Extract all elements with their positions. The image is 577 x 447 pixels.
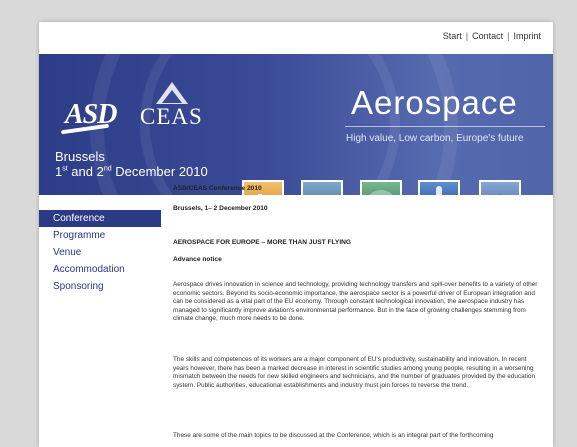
conference-title: ASD/CEAS Conference 2010 (173, 185, 262, 192)
ceas-logo-triangle-inner-icon (162, 90, 182, 103)
sidebar-item-programme[interactable]: Programme (39, 227, 161, 244)
fighter-jet-photo (479, 180, 521, 195)
rocket-photo (418, 180, 460, 195)
helicopter-photo (301, 180, 343, 195)
sidebar-item-conference[interactable]: Conference (39, 210, 161, 227)
section-heading: AEROSPACE FOR EUROPE – MORE THAN JUST FL… (173, 239, 352, 246)
cockpit-photo (360, 180, 402, 195)
nav-link-contact[interactable]: Contact (472, 31, 503, 41)
advance-notice: Advance notice (173, 256, 222, 263)
header-nav: Start | Contact | Imprint (443, 31, 541, 41)
paragraph-1: Aerospace drives innovation in science a… (173, 281, 538, 323)
ceas-logo[interactable]: CEAS (140, 82, 203, 130)
header-banner: ASD CEAS Brussels 1st and 2nd December 2… (39, 54, 553, 195)
nav-separator: | (507, 31, 510, 41)
nav-link-imprint[interactable]: Imprint (513, 31, 541, 41)
nav-separator: | (465, 31, 469, 41)
nav-link-start[interactable]: Start (443, 31, 462, 41)
page-container: Start | Contact | Imprint ASD CEAS Brussels … (39, 22, 553, 447)
event-dates: 1st and 2nd December 2010 (55, 164, 208, 179)
title-divider (345, 126, 545, 127)
sidebar-item-accommodation[interactable]: Accommodation (39, 261, 161, 278)
aerospace-title: Aerospace (351, 84, 518, 121)
sidebar-nav: Conference Programme Venue Accommodation… (39, 210, 161, 295)
paragraph-3: These are some of the main topics to be … (173, 432, 494, 439)
asd-logo[interactable]: ASD (60, 99, 117, 135)
sidebar-item-sponsoring[interactable]: Sponsoring (39, 278, 161, 295)
paragraph-2: The skills and competences of its worker… (173, 356, 536, 389)
event-city: Brussels (55, 149, 105, 164)
location-date: Brussels, 1– 2 December 2010 (173, 205, 268, 212)
tagline: High value, Low carbon, Europe's future (346, 133, 524, 144)
sidebar-item-venue[interactable]: Venue (39, 244, 161, 261)
